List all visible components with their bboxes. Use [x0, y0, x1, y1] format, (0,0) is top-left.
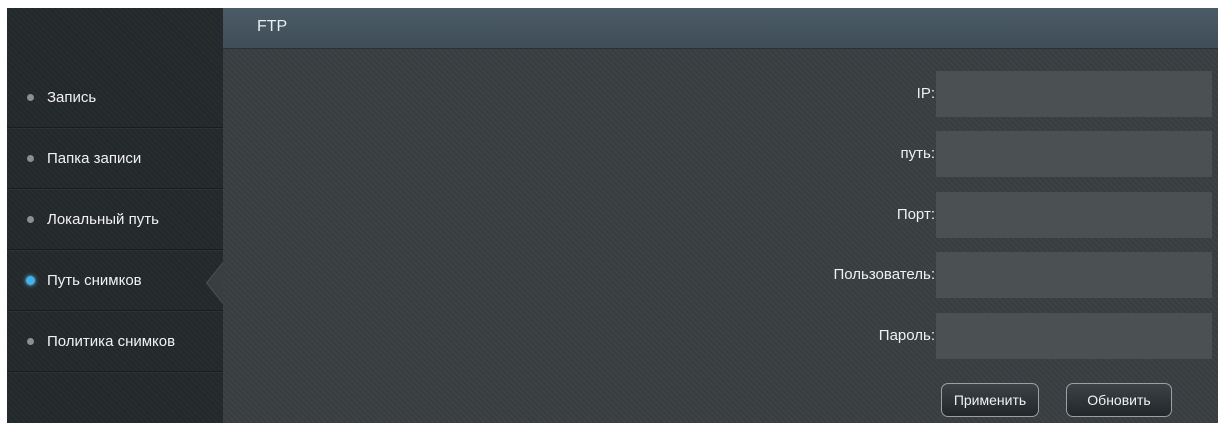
- user-field[interactable]: [936, 252, 1212, 298]
- refresh-button[interactable]: Обновить: [1066, 383, 1172, 417]
- bullet-dot-icon: [27, 216, 34, 223]
- sidebar-item-label: Локальный путь: [47, 211, 159, 228]
- password-label: Пароль:: [878, 327, 935, 344]
- sidebar-item-local-path[interactable]: Локальный путь: [7, 190, 223, 250]
- port-field[interactable]: [936, 192, 1212, 238]
- sidebar-item-snapshot-policy[interactable]: Политика снимков: [7, 312, 223, 372]
- bullet-dot-icon: [27, 94, 34, 101]
- form-row-ip: IP:: [223, 71, 1218, 117]
- sidebar-item-label: Запись: [47, 89, 97, 106]
- sidebar-item-record-folder[interactable]: Папка записи: [7, 129, 223, 189]
- sidebar-item-record[interactable]: Запись: [7, 68, 223, 128]
- form-row-path: путь:: [223, 131, 1218, 177]
- bullet-dot-icon: [27, 155, 34, 162]
- form-row-password: Пароль:: [223, 313, 1218, 359]
- form-row-port: Порт:: [223, 192, 1218, 238]
- path-label: путь:: [900, 145, 935, 162]
- path-field[interactable]: [936, 131, 1212, 177]
- page-header: FTP: [223, 8, 1218, 49]
- password-field[interactable]: [936, 313, 1212, 359]
- content-panel: IP: путь: Порт: Пользователь: Пароль: Пр…: [223, 49, 1218, 423]
- sidebar-item-label: Папка записи: [47, 150, 142, 167]
- sidebar-item-label: Политика снимков: [47, 333, 176, 350]
- sidebar: Запись Папка записи Локальный путь Путь …: [7, 8, 223, 423]
- ip-field[interactable]: [936, 71, 1212, 117]
- bullet-dot-icon: [27, 338, 34, 345]
- sidebar-item-label: Путь снимков: [47, 272, 142, 289]
- active-pointer: [207, 263, 223, 303]
- page-title: FTP: [257, 18, 288, 35]
- app-frame: Запись Папка записи Локальный путь Путь …: [7, 8, 1218, 423]
- form-row-user: Пользователь:: [223, 252, 1218, 298]
- ip-label: IP:: [916, 85, 935, 102]
- sidebar-item-snapshot-path[interactable]: Путь снимков: [7, 251, 223, 311]
- apply-button[interactable]: Применить: [941, 383, 1039, 417]
- user-label: Пользователь:: [833, 266, 935, 283]
- port-label: Порт:: [896, 206, 935, 223]
- active-bullet-dot-icon: [26, 276, 35, 285]
